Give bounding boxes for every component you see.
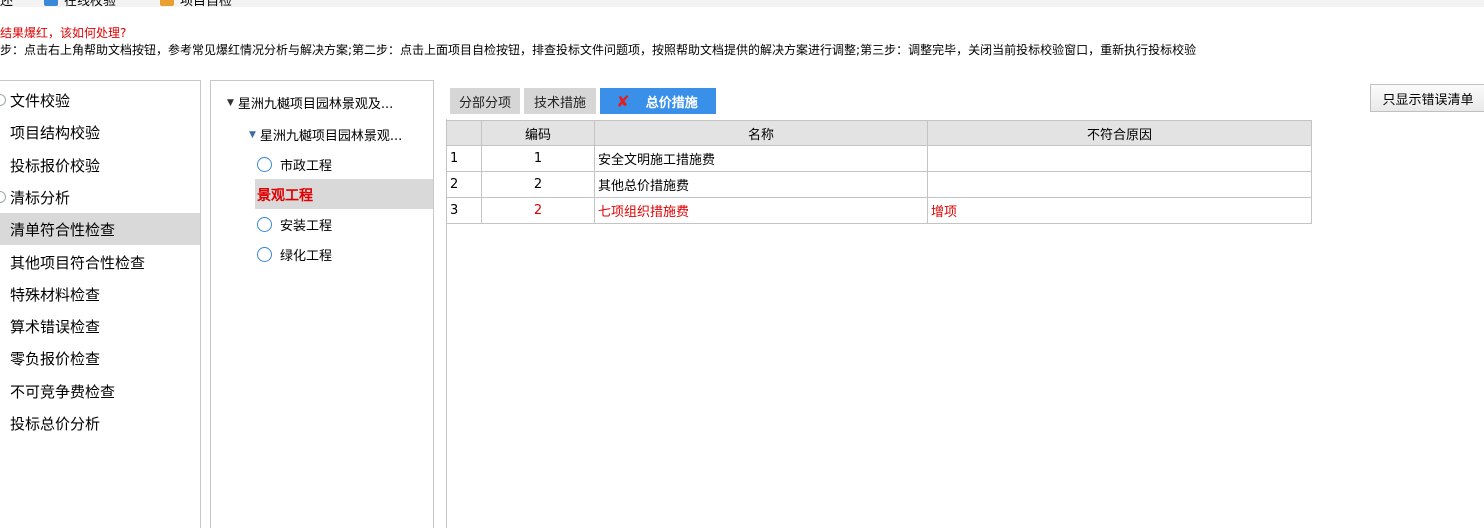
- nav-item-label: 投标总价分析: [10, 414, 101, 433]
- circle-icon: [257, 247, 272, 262]
- caret-down-icon: ▼: [249, 129, 256, 140]
- table-row[interactable]: 1 1 安全文明施工措施费: [446, 145, 1312, 172]
- error-x-icon: ✘: [616, 91, 630, 111]
- tab-technical-measures[interactable]: 技术措施: [524, 88, 596, 114]
- cell-reason[interactable]: 增项: [927, 197, 1312, 224]
- tree-node-label: 安装工程: [280, 219, 333, 234]
- cell-name[interactable]: 其他总价措施费: [594, 171, 928, 198]
- nav-item-price-check[interactable]: 投标报价校验: [0, 149, 200, 181]
- row-number: 1: [446, 145, 482, 172]
- project-selfcheck-button[interactable]: 项目自检: [160, 0, 233, 9]
- nav-item-list-conformity[interactable]: 清单符合性检查: [0, 213, 200, 245]
- tab-label: 分部分项: [458, 95, 511, 111]
- toolbar: 还 在线校验 项目自检: [0, 0, 1484, 9]
- table-header-row: 编码 名称 不符合原因: [446, 120, 1312, 146]
- table-row[interactable]: 2 2 其他总价措施费: [446, 171, 1312, 198]
- row-number: 2: [446, 171, 482, 198]
- tree-leaf-installation[interactable]: 安装工程: [257, 215, 332, 234]
- nav-item-bid-analysis[interactable]: 清标分析: [0, 181, 200, 213]
- nav-item-label: 文件校验: [10, 91, 71, 110]
- nav-item-label: 零负报价检查: [10, 349, 101, 368]
- online-check-button[interactable]: 在线校验: [44, 0, 117, 9]
- tab-label: 技术措施: [533, 95, 586, 111]
- check-icon: [44, 0, 58, 6]
- check-category-panel: 文件校验 项目结构校验 投标报价校验 清标分析 清单符合性检查 其他项目符合性检…: [0, 80, 201, 528]
- toolbar-item-label: 还: [0, 0, 14, 9]
- cell-name[interactable]: 安全文明施工措施费: [594, 145, 928, 172]
- caret-down-icon: ▼: [227, 97, 234, 108]
- nav-item-noncompetitive-fee[interactable]: 不可竞争费检查: [0, 375, 200, 407]
- project-tree-panel: ▼ 星洲九樾项目园林景观及... ▼ 星洲九樾项目园林景观... 市政工程 景观…: [210, 80, 434, 528]
- bullet-icon: [0, 191, 6, 203]
- tree-node-label: 景观工程: [257, 188, 313, 204]
- tab-total-price-measures[interactable]: ✘ 总价措施: [600, 88, 716, 114]
- cell-code[interactable]: 1: [481, 145, 595, 172]
- tree-node-label: 星洲九樾项目园林景观及...: [237, 97, 394, 112]
- circle-icon: [257, 157, 272, 172]
- toolbar-item-label: 项目自检: [180, 0, 233, 9]
- nav-item-label: 清单符合性检查: [10, 220, 116, 239]
- measures-table: 编码 名称 不符合原因 1 1 安全文明施工措施费 2 2 其他总价措施费 3 …: [446, 120, 1312, 224]
- circle-icon: [257, 217, 272, 232]
- nav-item-file-check[interactable]: 文件校验: [0, 84, 200, 116]
- help-hint-link[interactable]: 结果爆红，该如何处理?: [0, 26, 126, 40]
- tree-node-child[interactable]: ▼ 星洲九樾项目园林景观...: [249, 125, 402, 144]
- nav-item-label: 投标报价校验: [10, 156, 101, 175]
- header-name[interactable]: 名称: [594, 120, 928, 146]
- cell-code[interactable]: 2: [481, 171, 595, 198]
- nav-item-label: 特殊材料检查: [10, 285, 101, 304]
- nav-item-special-material[interactable]: 特殊材料检查: [0, 278, 200, 310]
- toolbar-item-label: 在线校验: [64, 0, 117, 9]
- cell-code[interactable]: 2: [481, 197, 595, 224]
- tree-leaf-greening[interactable]: 绿化工程: [257, 245, 332, 264]
- bullet-icon: [0, 94, 6, 106]
- tree-node-label: 市政工程: [280, 159, 333, 174]
- row-number: 3: [446, 197, 482, 224]
- nav-item-arithmetic-error[interactable]: 算术错误检查: [0, 310, 200, 342]
- tab-label: 总价措施: [645, 95, 698, 111]
- nav-item-label: 其他项目符合性检查: [10, 253, 146, 272]
- tree-node-root[interactable]: ▼ 星洲九樾项目园林景观及...: [227, 93, 393, 112]
- tree-leaf-landscape[interactable]: 景观工程: [257, 185, 313, 205]
- cell-reason[interactable]: [927, 145, 1312, 172]
- nav-item-zero-negative[interactable]: 零负报价检查: [0, 342, 200, 374]
- nav-item-label: 项目结构校验: [10, 123, 101, 142]
- tree-node-label: 绿化工程: [280, 249, 333, 264]
- nav-item-other-conformity[interactable]: 其他项目符合性检查: [0, 246, 200, 278]
- cell-name[interactable]: 七项组织措施费: [594, 197, 928, 224]
- nav-item-label: 清标分析: [10, 188, 71, 207]
- toolbar-item-0[interactable]: 还: [0, 0, 14, 9]
- tree-node-label: 星洲九樾项目园林景观...: [259, 129, 403, 144]
- nav-item-label: 不可竞争费检查: [10, 382, 116, 401]
- cell-reason[interactable]: [927, 171, 1312, 198]
- tab-sub-items[interactable]: 分部分项: [450, 88, 520, 114]
- button-label: 只显示错误清单: [1382, 92, 1474, 108]
- show-errors-only-button[interactable]: 只显示错误清单: [1370, 84, 1484, 112]
- header-reason[interactable]: 不符合原因: [927, 120, 1312, 146]
- help-steps-text: 步：点击右上角帮助文档按钮，参考常见爆红情况分析与解决方案;第二步：点击上面项目…: [0, 43, 1197, 57]
- selfcheck-icon: [160, 0, 174, 6]
- nav-item-total-price-analysis[interactable]: 投标总价分析: [0, 407, 200, 439]
- header-rownum: [446, 120, 482, 146]
- nav-item-label: 算术错误检查: [10, 317, 101, 336]
- nav-item-structure-check[interactable]: 项目结构校验: [0, 116, 200, 148]
- tree-leaf-municipal[interactable]: 市政工程: [257, 155, 332, 174]
- header-code[interactable]: 编码: [481, 120, 595, 146]
- table-row-error[interactable]: 3 2 七项组织措施费 增项: [446, 197, 1312, 224]
